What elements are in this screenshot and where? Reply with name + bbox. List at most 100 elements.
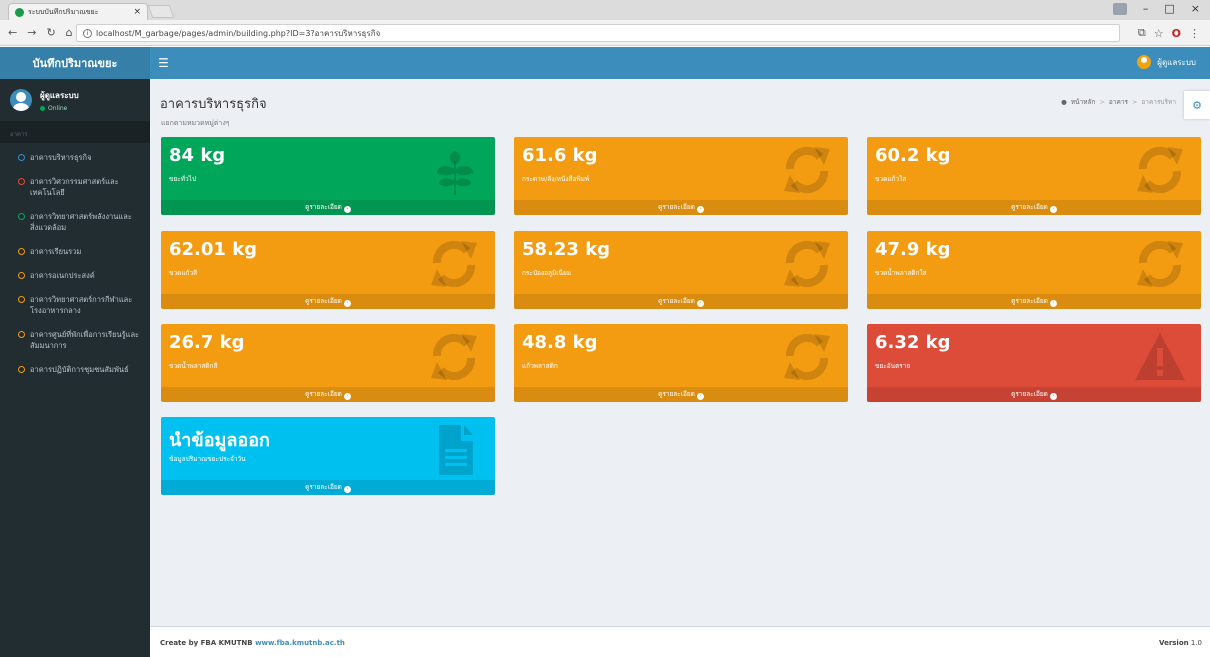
card-more-info-link[interactable]: ดูรายละเอียด › bbox=[514, 200, 848, 215]
home-icon[interactable]: ⌂ bbox=[66, 26, 73, 39]
sidebar: ผู้ดูแลระบบ Online อาคาร อาคารบริหารธุรก… bbox=[0, 79, 150, 657]
app-logo[interactable]: บันทึกปริมาณขยะ bbox=[0, 47, 150, 79]
card-more-info-link[interactable]: ดูรายละเอียด › bbox=[161, 200, 495, 215]
browser-toolbar: ← → ↻ ⌂ i localhost/M_garbage/pages/admi… bbox=[0, 20, 1210, 46]
address-bar[interactable]: i localhost/M_garbage/pages/admin/buildi… bbox=[76, 24, 1120, 42]
card-value: 62.01 kg bbox=[169, 239, 258, 260]
minimize-button[interactable]: – bbox=[1143, 2, 1149, 15]
small-box-card: 58.23 kg กระป๋องอลูมิเนียม ดูรายละเอียด › bbox=[514, 231, 848, 309]
translate-icon[interactable]: ⧉ bbox=[1138, 26, 1146, 40]
card-value: 58.23 kg bbox=[522, 239, 611, 260]
version-number: 1.0 bbox=[1190, 639, 1202, 647]
menu-kebab-icon[interactable]: ⋮ bbox=[1189, 27, 1200, 40]
sidebar-item-building-0[interactable]: อาคารบริหารธุรกิจ bbox=[0, 143, 150, 168]
sidebar-item-label: อาคารอเนกประสงค์ bbox=[30, 271, 95, 280]
card-more-info-link[interactable]: ดูรายละเอียด › bbox=[867, 294, 1201, 309]
small-box-card: 6.32 kg ขยะอันตราย ดูรายละเอียด › bbox=[867, 324, 1201, 402]
card-more-info-link[interactable]: ดูรายละเอียด › bbox=[161, 294, 495, 309]
arrow-circle-right-icon: › bbox=[1049, 300, 1057, 307]
opera-extension-icon[interactable]: O bbox=[1172, 27, 1181, 40]
sidebar-item-building-3[interactable]: อาคารเรียนรวม bbox=[0, 238, 150, 262]
card-more-info-link[interactable]: ดูรายละเอียด › bbox=[161, 480, 495, 495]
recycle-icon bbox=[1133, 143, 1187, 197]
page-subtitle: แยกตามหมวดหมู่ต่างๆ bbox=[161, 119, 230, 127]
new-tab-button[interactable] bbox=[147, 5, 175, 18]
card-more-info-label: ดูรายละเอียด bbox=[658, 203, 695, 211]
leaf-icon bbox=[427, 143, 481, 197]
card-label: ขวดน้ำพลาสติกสี bbox=[169, 362, 218, 370]
small-box-card: นำข้อมูลออกข้อมูลปริมาณขยะประจำวันดูรายล… bbox=[161, 417, 495, 495]
card-more-info-label: ดูรายละเอียด bbox=[1011, 297, 1048, 305]
card-more-info-label: ดูรายละเอียด bbox=[305, 203, 342, 211]
reload-icon[interactable]: ↻ bbox=[46, 26, 55, 39]
url-text: localhost/M_garbage/pages/admin/building… bbox=[96, 28, 381, 38]
app-header: บันทึกปริมาณขยะ ☰ ผู้ดูแลระบบ bbox=[0, 47, 1210, 79]
arrow-circle-right-icon: › bbox=[343, 300, 351, 307]
user-menu[interactable]: ผู้ดูแลระบบ bbox=[1137, 55, 1196, 69]
breadcrumb-current: อาคารบริหา bbox=[1141, 98, 1176, 106]
card-more-info-link[interactable]: ดูรายละเอียด › bbox=[514, 387, 848, 402]
browser-tab[interactable]: ระบบบันทึกปริมาณขยะ × bbox=[8, 3, 148, 20]
sidebar-item-building-1[interactable]: อาคารวิศวกรรมศาสตร์และเทคโนโลยี bbox=[0, 168, 150, 203]
card-more-info-link[interactable]: ดูรายละเอียด › bbox=[161, 387, 495, 402]
card-more-info-label: ดูรายละเอียด bbox=[305, 297, 342, 305]
sidebar-item-building-5[interactable]: อาคารวิทยาศาสตร์การกีฬาและโรงอาหารกลาง bbox=[0, 286, 150, 321]
footer-version: Version 1.0 bbox=[1159, 639, 1202, 647]
card-more-info-label: ดูรายละเอียด bbox=[305, 483, 342, 491]
menu-toggle-icon[interactable]: ☰ bbox=[158, 56, 169, 70]
circle-icon bbox=[18, 272, 25, 279]
card-value: นำข้อมูลออก bbox=[169, 430, 270, 451]
small-box-card: 61.6 kg กระดาษ/ลัง/หนังสือพิมพ์ ดูรายละเอี… bbox=[514, 137, 848, 215]
small-box-card: 60.2 kg ขวดแก้วใส ดูรายละเอียด › bbox=[867, 137, 1201, 215]
sidebar-item-label: อาคารเรียนรวม bbox=[30, 247, 82, 256]
breadcrumb-building[interactable]: อาคาร bbox=[1109, 97, 1128, 107]
card-more-info-link[interactable]: ดูรายละเอียด › bbox=[514, 294, 848, 309]
card-label: ข้อมูลปริมาณขยะประจำวัน bbox=[169, 455, 246, 463]
arrow-circle-right-icon: › bbox=[343, 486, 351, 493]
dashboard-icon: ● bbox=[1061, 98, 1067, 106]
tab-close-icon[interactable]: × bbox=[133, 7, 141, 17]
sidebar-item-building-7[interactable]: อาคารปฏิบัติการชุมชนสัมพันธ์ bbox=[0, 356, 150, 380]
bookmark-star-icon[interactable]: ☆ bbox=[1154, 27, 1164, 40]
maximize-button[interactable]: □ bbox=[1164, 2, 1174, 15]
window-controls: – □ × bbox=[1112, 2, 1200, 15]
version-label: Version bbox=[1159, 639, 1189, 647]
sidebar-item-building-6[interactable]: อาคารศูนย์ที่พักเพื่อการเรียนรู้และสัมมน… bbox=[0, 321, 150, 356]
recycle-icon bbox=[780, 237, 834, 291]
arrow-circle-right-icon: › bbox=[696, 393, 704, 400]
tab-title: ระบบบันทึกปริมาณขยะ bbox=[28, 7, 99, 16]
close-window-button[interactable]: × bbox=[1191, 2, 1200, 15]
info-icon[interactable]: i bbox=[83, 28, 92, 38]
sidebar-item-building-2[interactable]: อาคารวิทยาศาสตร์พลังงานและสิ่งแวดล้อม bbox=[0, 203, 150, 238]
sidebar-section-header: อาคาร bbox=[0, 121, 150, 143]
footer-link[interactable]: www.fba.kmutnb.ac.th bbox=[255, 639, 345, 647]
card-more-info-label: ดูรายละเอียด bbox=[1011, 203, 1048, 211]
sidebar-item-building-4[interactable]: อาคารอเนกประสงค์ bbox=[0, 262, 150, 286]
profile-icon[interactable] bbox=[1112, 2, 1127, 15]
breadcrumb-home[interactable]: หน้าหลัก bbox=[1071, 97, 1096, 107]
user-panel: ผู้ดูแลระบบ Online bbox=[0, 79, 150, 121]
card-label: ขวดน้ำพลาสติกใส bbox=[875, 269, 927, 277]
card-more-info-label: ดูรายละเอียด bbox=[305, 390, 342, 398]
circle-icon bbox=[18, 213, 25, 220]
circle-icon bbox=[18, 366, 25, 373]
back-icon[interactable]: ← bbox=[8, 26, 17, 39]
card-label: แก้วพลาสติก bbox=[522, 362, 558, 370]
settings-gear-icon[interactable]: ⚙ bbox=[1184, 91, 1210, 119]
small-box-card: 47.9 kg ขวดน้ำพลาสติกใส ดูรายละเอียด › bbox=[867, 231, 1201, 309]
sidebar-item-label: อาคารบริหารธุรกิจ bbox=[30, 153, 92, 162]
card-label: ขวดแก้วใส bbox=[875, 175, 907, 183]
small-box-card: 26.7 kg ขวดน้ำพลาสติกสีดูรายละเอียด › bbox=[161, 324, 495, 402]
small-box-card: 48.8 kg แก้วพลาสติก ดูรายละเอียด › bbox=[514, 324, 848, 402]
card-value: 26.7 kg bbox=[169, 332, 245, 353]
user-menu-label: ผู้ดูแลระบบ bbox=[1157, 57, 1196, 67]
arrow-circle-right-icon: › bbox=[343, 206, 351, 213]
circle-icon bbox=[18, 248, 25, 255]
arrow-circle-right-icon: › bbox=[696, 206, 704, 213]
card-label: กระดาษ/ลัง/หนังสือพิมพ์ bbox=[522, 175, 590, 183]
card-more-info-link[interactable]: ดูรายละเอียด › bbox=[867, 387, 1201, 402]
small-box-card: 84 kg ขยะทั่วไป ดูรายละเอียด › bbox=[161, 137, 495, 215]
forward-icon[interactable]: → bbox=[27, 26, 36, 39]
card-more-info-link[interactable]: ดูรายละเอียด › bbox=[867, 200, 1201, 215]
breadcrumb-separator: > bbox=[1131, 98, 1138, 106]
